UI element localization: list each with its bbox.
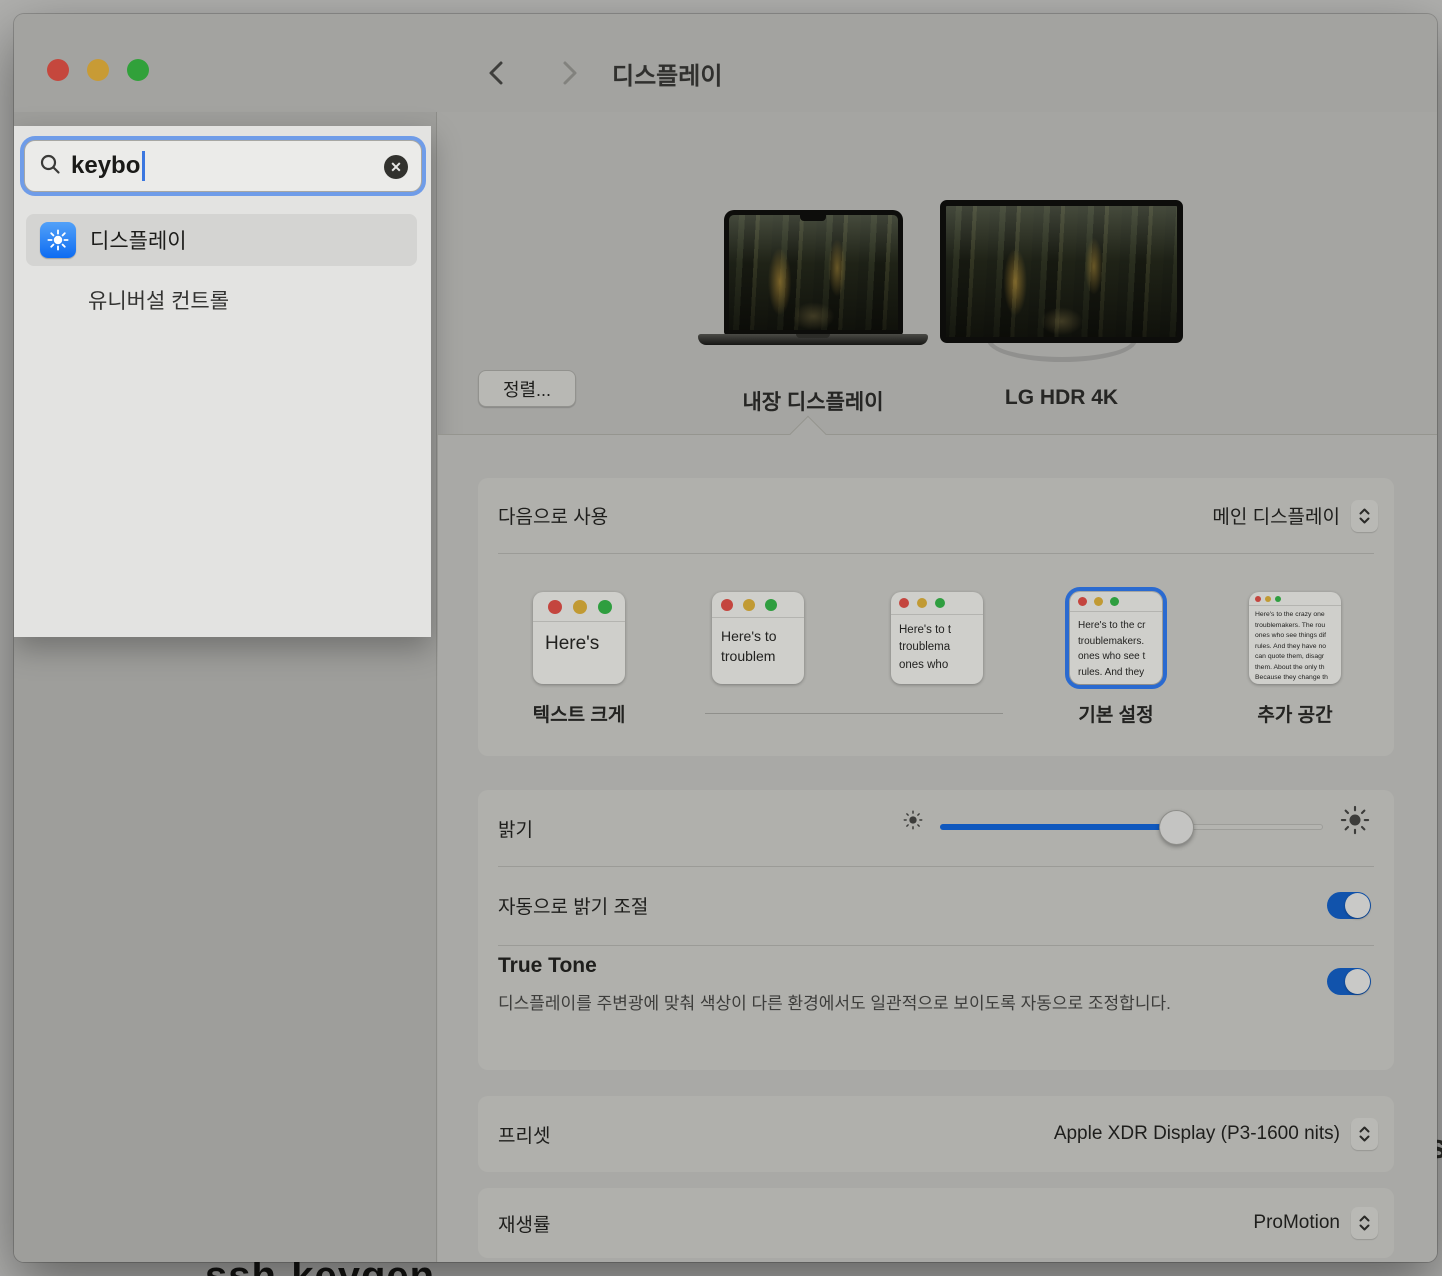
minimize-button[interactable]	[87, 59, 109, 81]
mini-window-text: Here's	[533, 622, 625, 657]
scaling-option-larger-text[interactable]: Here's	[533, 592, 625, 684]
row-divider	[498, 553, 1374, 554]
search-result-label: 유니버설 컨트롤	[88, 285, 229, 315]
refresh-rate-value: ProMotion	[1253, 1212, 1340, 1234]
scaling-label-larger-text: 텍스트 크게	[533, 700, 626, 727]
page-title: 디스플레이	[612, 56, 722, 91]
titlebar[interactable]	[14, 14, 1437, 112]
forward-button[interactable]	[556, 58, 582, 88]
toggle-knob	[1345, 969, 1370, 994]
brightness-slider-knob[interactable]	[1159, 810, 1194, 845]
mini-zoom-icon	[1275, 596, 1281, 602]
mini-window-titlebar	[1249, 592, 1341, 606]
true-tone-description: 디스플레이를 주변광에 맞춰 색상이 다른 환경에서도 일관적으로 보이도록 자…	[498, 990, 1238, 1018]
scaling-option-2[interactable]: Here's to troublem	[712, 592, 804, 684]
close-button[interactable]	[47, 59, 69, 81]
clear-search-icon[interactable]: ✕	[384, 155, 408, 179]
toggle-knob	[1345, 893, 1370, 918]
mini-minimize-icon	[1094, 597, 1103, 606]
monitor-wallpaper	[946, 206, 1177, 337]
mini-window-text: Here's to troublem	[712, 618, 804, 667]
search-icon	[39, 153, 61, 180]
brightness-slider-fill	[940, 824, 1176, 830]
mini-close-icon	[721, 599, 733, 611]
mini-close-icon	[1078, 597, 1087, 606]
card-use-as-scaling: 다음으로 사용 메인 디스플레이 Here's Here's to troubl…	[478, 478, 1394, 756]
use-as-popup-button[interactable]	[1351, 500, 1378, 532]
refresh-rate-label: 재생률	[498, 1210, 550, 1237]
refresh-rate-row: 재생률 ProMotion	[478, 1188, 1394, 1258]
row-divider	[498, 945, 1374, 946]
sidebar: keybo ✕ 디스플레이 유니버설 컨트롤	[14, 112, 437, 1262]
mini-zoom-icon	[1110, 597, 1119, 606]
scaling-option-more-space[interactable]: Here's to the crazy one troublemakers. T…	[1249, 592, 1341, 684]
auto-brightness-row: 자동으로 밝기 조절	[478, 866, 1394, 945]
laptop-wallpaper	[729, 215, 898, 330]
mini-window-text: Here's to the crazy one troublemakers. T…	[1249, 606, 1341, 684]
use-as-value: 메인 디스플레이	[1212, 502, 1340, 529]
brightness-high-icon	[1340, 805, 1370, 840]
preset-popup-button[interactable]	[1351, 1118, 1378, 1150]
monitor-screen	[940, 200, 1183, 343]
mini-minimize-icon	[573, 600, 587, 614]
laptop-base	[698, 334, 928, 345]
mini-minimize-icon	[917, 598, 927, 608]
search-input[interactable]: keybo ✕	[24, 140, 422, 192]
search-result-universal-control[interactable]: 유니버설 컨트롤	[26, 278, 417, 322]
preset-row: 프리셋 Apple XDR Display (P3-1600 nits)	[478, 1096, 1394, 1172]
zoom-button[interactable]	[127, 59, 149, 81]
display-name-lg: LG HDR 4K	[940, 386, 1183, 410]
brightness-label: 밝기	[498, 815, 533, 842]
true-tone-label: True Tone	[498, 954, 597, 978]
card-refresh-rate: 재생률 ProMotion	[478, 1188, 1394, 1258]
brightness-low-icon	[902, 809, 924, 836]
display-thumbnail-built-in[interactable]	[698, 210, 928, 345]
mini-zoom-icon	[598, 600, 612, 614]
true-tone-toggle[interactable]	[1327, 968, 1371, 995]
search-value: keybo	[71, 152, 140, 180]
laptop-notch	[800, 215, 826, 221]
mini-close-icon	[548, 600, 562, 614]
system-settings-window: keybo ✕ 디스플레이 유니버설 컨트롤 디스플레이	[14, 14, 1437, 1262]
auto-brightness-toggle[interactable]	[1327, 892, 1371, 919]
preset-label: 프리셋	[498, 1121, 550, 1148]
mini-window-titlebar	[533, 592, 625, 622]
back-button[interactable]	[484, 58, 510, 88]
search-result-display[interactable]: 디스플레이	[26, 214, 417, 266]
arrange-button[interactable]: 정렬...	[478, 370, 576, 407]
mini-window-titlebar	[891, 592, 983, 615]
mini-minimize-icon	[1265, 596, 1271, 602]
mini-window-text: Here's to t troublema ones who	[891, 615, 983, 674]
auto-brightness-label: 자동으로 밝기 조절	[498, 892, 648, 919]
display-brightness-icon	[40, 222, 76, 258]
mini-window-text: Here's to the cr troublemakers. ones who…	[1070, 612, 1162, 680]
scaling-options-line	[705, 713, 1003, 714]
scaling-label-more-space: 추가 공간	[1257, 700, 1332, 727]
mini-minimize-icon	[743, 599, 755, 611]
search-result-label: 디스플레이	[90, 225, 187, 255]
display-thumbnail-lg[interactable]	[940, 200, 1183, 343]
mini-zoom-icon	[765, 599, 777, 611]
mini-window-titlebar	[1070, 592, 1162, 612]
use-as-label: 다음으로 사용	[498, 502, 608, 529]
mini-zoom-icon	[935, 598, 945, 608]
card-preset: 프리셋 Apple XDR Display (P3-1600 nits)	[478, 1096, 1394, 1172]
search-results-popup: keybo ✕ 디스플레이 유니버설 컨트롤	[14, 126, 431, 637]
mini-window-titlebar	[712, 592, 804, 618]
laptop-screen	[724, 210, 903, 335]
scaling-option-3[interactable]: Here's to t troublema ones who	[891, 592, 983, 684]
use-as-row: 다음으로 사용 메인 디스플레이	[478, 478, 1394, 553]
text-cursor	[142, 151, 145, 181]
preset-value: Apple XDR Display (P3-1600 nits)	[1054, 1123, 1340, 1145]
refresh-rate-popup-button[interactable]	[1351, 1207, 1378, 1239]
scaling-label-default: 기본 설정	[1078, 700, 1153, 727]
scaling-option-default[interactable]: Here's to the cr troublemakers. ones who…	[1070, 592, 1162, 684]
mini-close-icon	[899, 598, 909, 608]
card-brightness: 밝기 자동으로 밝기 조절 True Tone 디스플레이를 주변광에 맞춰 색…	[478, 790, 1394, 1070]
display-name-built-in: 내장 디스플레이	[698, 386, 928, 416]
mini-close-icon	[1255, 596, 1261, 602]
